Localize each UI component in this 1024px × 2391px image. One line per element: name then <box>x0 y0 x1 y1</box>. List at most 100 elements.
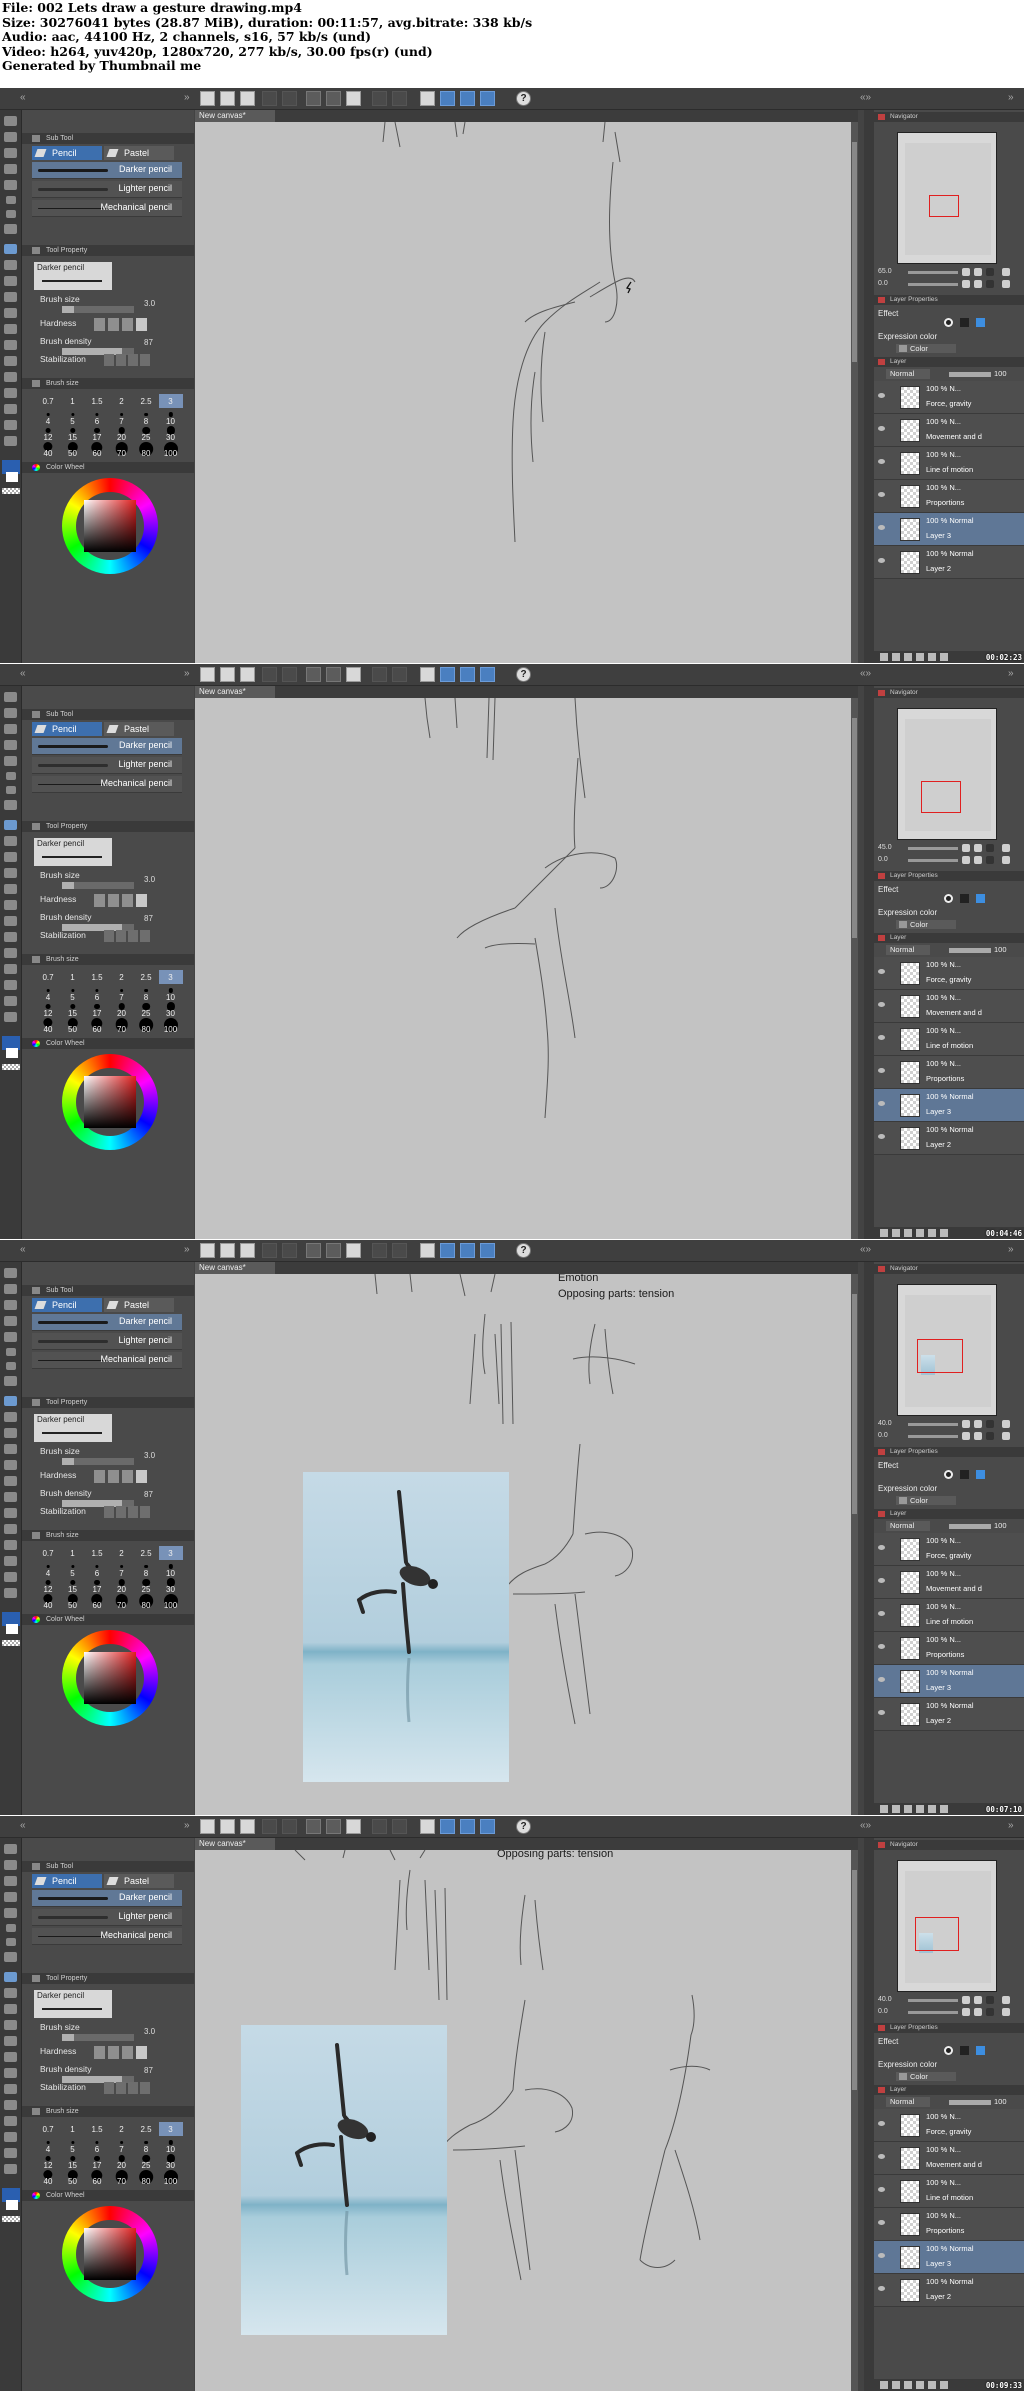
brush-mechanical-pencil[interactable]: Mechanical pencil <box>32 1352 182 1369</box>
brush-size-preset[interactable]: 5 <box>61 986 85 1002</box>
new-file-icon[interactable] <box>200 667 215 682</box>
brush-size-preset[interactable]: 2 <box>110 1546 134 1560</box>
brush-size-slider[interactable] <box>62 306 134 313</box>
stabilization-level-1[interactable] <box>104 930 114 942</box>
guide-icon[interactable] <box>480 1819 495 1834</box>
wand-tool-icon[interactable] <box>4 724 17 734</box>
collapse-left-icon[interactable]: « <box>20 92 26 103</box>
blend-mode-select[interactable]: Normal <box>886 1521 930 1531</box>
hand-tool-icon[interactable] <box>6 1924 16 1932</box>
color-saturation-square[interactable] <box>84 1652 136 1704</box>
expand-right-icon[interactable]: » <box>1008 1820 1014 1831</box>
color-wheel[interactable] <box>62 2206 158 2302</box>
tab-pastel[interactable]: Pastel <box>104 146 174 160</box>
new-folder-icon[interactable] <box>904 653 912 661</box>
mask-icon[interactable] <box>928 1805 936 1813</box>
guide-icon[interactable] <box>480 1243 495 1258</box>
brush-size-preset[interactable]: 50 <box>61 442 85 458</box>
hardness-level-2[interactable] <box>108 2046 119 2059</box>
brush-size-preset[interactable]: 0.7 <box>36 1546 60 1560</box>
settings-icon[interactable] <box>306 91 321 106</box>
new-layer-icon[interactable] <box>880 1805 888 1813</box>
help-icon[interactable]: ? <box>516 667 531 682</box>
settings-icon[interactable] <box>306 667 321 682</box>
brush-size-preset[interactable]: 15 <box>61 1002 85 1018</box>
collapse-mid-icon[interactable]: » <box>184 668 190 679</box>
hardness-level-4[interactable] <box>136 318 147 331</box>
collapse-right-icon[interactable]: «» <box>860 668 871 679</box>
new-vector-layer-icon[interactable] <box>892 1805 900 1813</box>
eye-icon[interactable] <box>878 1035 885 1040</box>
hardness-level-1[interactable] <box>94 2046 105 2059</box>
new-vector-layer-icon[interactable] <box>892 1229 900 1237</box>
collapse-mid-icon[interactable]: » <box>184 1244 190 1255</box>
brush-size-preset[interactable]: 2 <box>110 2122 134 2136</box>
lasso-tool-icon[interactable] <box>4 1284 17 1294</box>
layer-item[interactable]: 100 % Normal Layer 3 <box>874 1665 1024 1698</box>
brush-size-preset[interactable]: 1 <box>61 2122 85 2136</box>
collapse-right-icon[interactable]: «» <box>860 1820 871 1831</box>
brush-size-preset[interactable]: 30 <box>159 1002 183 1018</box>
brush-size-preset[interactable]: 2.5 <box>134 1546 158 1560</box>
frame-tool-icon[interactable] <box>4 388 17 398</box>
stabilization-level-1[interactable] <box>104 1506 114 1518</box>
zoom-slider[interactable] <box>908 1423 958 1426</box>
eye-icon[interactable] <box>878 426 885 431</box>
layer-item[interactable]: 100 % Normal Layer 3 <box>874 513 1024 546</box>
ruler-icon[interactable] <box>440 1243 455 1258</box>
stabilization-level-1[interactable] <box>104 354 114 366</box>
help-icon[interactable]: ? <box>516 1819 531 1834</box>
canvas-scrollbar[interactable] <box>851 1850 858 2391</box>
navigator-preview[interactable] <box>897 708 997 840</box>
brush-size-preset[interactable]: 2 <box>110 970 134 984</box>
pen-tool-icon[interactable] <box>4 1988 17 1998</box>
hardness-level-2[interactable] <box>108 894 119 907</box>
delete-layer-icon[interactable] <box>940 1805 948 1813</box>
brush-size-preset[interactable]: 100 <box>159 1018 183 1034</box>
brush-size-preset[interactable]: 4 <box>36 986 60 1002</box>
layer-item[interactable]: 100 % Normal Layer 2 <box>874 1698 1024 1731</box>
brush-size-preset[interactable]: 3 <box>158 394 183 408</box>
scroll-thumb[interactable] <box>852 142 857 362</box>
brush-size-preset[interactable]: 3 <box>158 1546 183 1560</box>
brush-size-slider[interactable] <box>62 2034 134 2041</box>
eye-icon[interactable] <box>878 1611 885 1616</box>
layer-item[interactable]: 100 % N... Proportions <box>874 1632 1024 1665</box>
brush-size-preset[interactable]: 2.5 <box>134 394 158 408</box>
color-wheel[interactable] <box>62 1054 158 1150</box>
drawing-canvas[interactable]: Emotion Opposing parts: tension <box>195 1274 851 1815</box>
brush-size-preset[interactable]: 5 <box>61 2138 85 2154</box>
canvas-scrollbar[interactable] <box>851 122 858 663</box>
gradient-tool-icon[interactable] <box>4 356 17 366</box>
ruler-icon[interactable] <box>440 91 455 106</box>
hand-tool-icon[interactable] <box>6 1348 16 1356</box>
layer-item[interactable]: 100 % Normal Layer 2 <box>874 2274 1024 2307</box>
stabilization-level-3[interactable] <box>128 930 138 942</box>
brush-size-preset[interactable]: 25 <box>134 1578 158 1594</box>
guide-icon[interactable] <box>480 91 495 106</box>
balloon-tool-icon[interactable] <box>4 2148 17 2158</box>
new-folder-icon[interactable] <box>904 1805 912 1813</box>
zoom-in-icon[interactable] <box>962 844 970 852</box>
brush-size-preset[interactable]: 15 <box>61 426 85 442</box>
blend-tool-icon[interactable] <box>4 900 17 910</box>
eye-icon[interactable] <box>878 2121 885 2126</box>
stabilization-level-3[interactable] <box>128 2082 138 2094</box>
stabilization-level-2[interactable] <box>116 354 126 366</box>
brush-darker-pencil[interactable]: Darker pencil <box>32 738 182 755</box>
tab-pencil[interactable]: Pencil <box>32 1874 102 1888</box>
select-tool-icon[interactable] <box>4 800 17 810</box>
hardness-level-1[interactable] <box>94 318 105 331</box>
zoom-tool-icon[interactable] <box>4 1844 17 1854</box>
brush-size-preset[interactable]: 7 <box>110 986 134 1002</box>
help-icon[interactable]: ? <box>516 1243 531 1258</box>
lasso-tool-icon[interactable] <box>4 708 17 718</box>
new-file-icon[interactable] <box>200 1819 215 1834</box>
collapse-right-icon[interactable]: «» <box>860 1244 871 1255</box>
transparent-swatch[interactable] <box>2 488 20 494</box>
move-tool-icon[interactable] <box>4 1908 17 1918</box>
eyedropper-tool-icon[interactable] <box>4 1316 17 1326</box>
redo-icon[interactable] <box>282 667 297 682</box>
scroll-thumb[interactable] <box>852 1294 857 1514</box>
brush-size-preset[interactable]: 20 <box>110 1002 134 1018</box>
